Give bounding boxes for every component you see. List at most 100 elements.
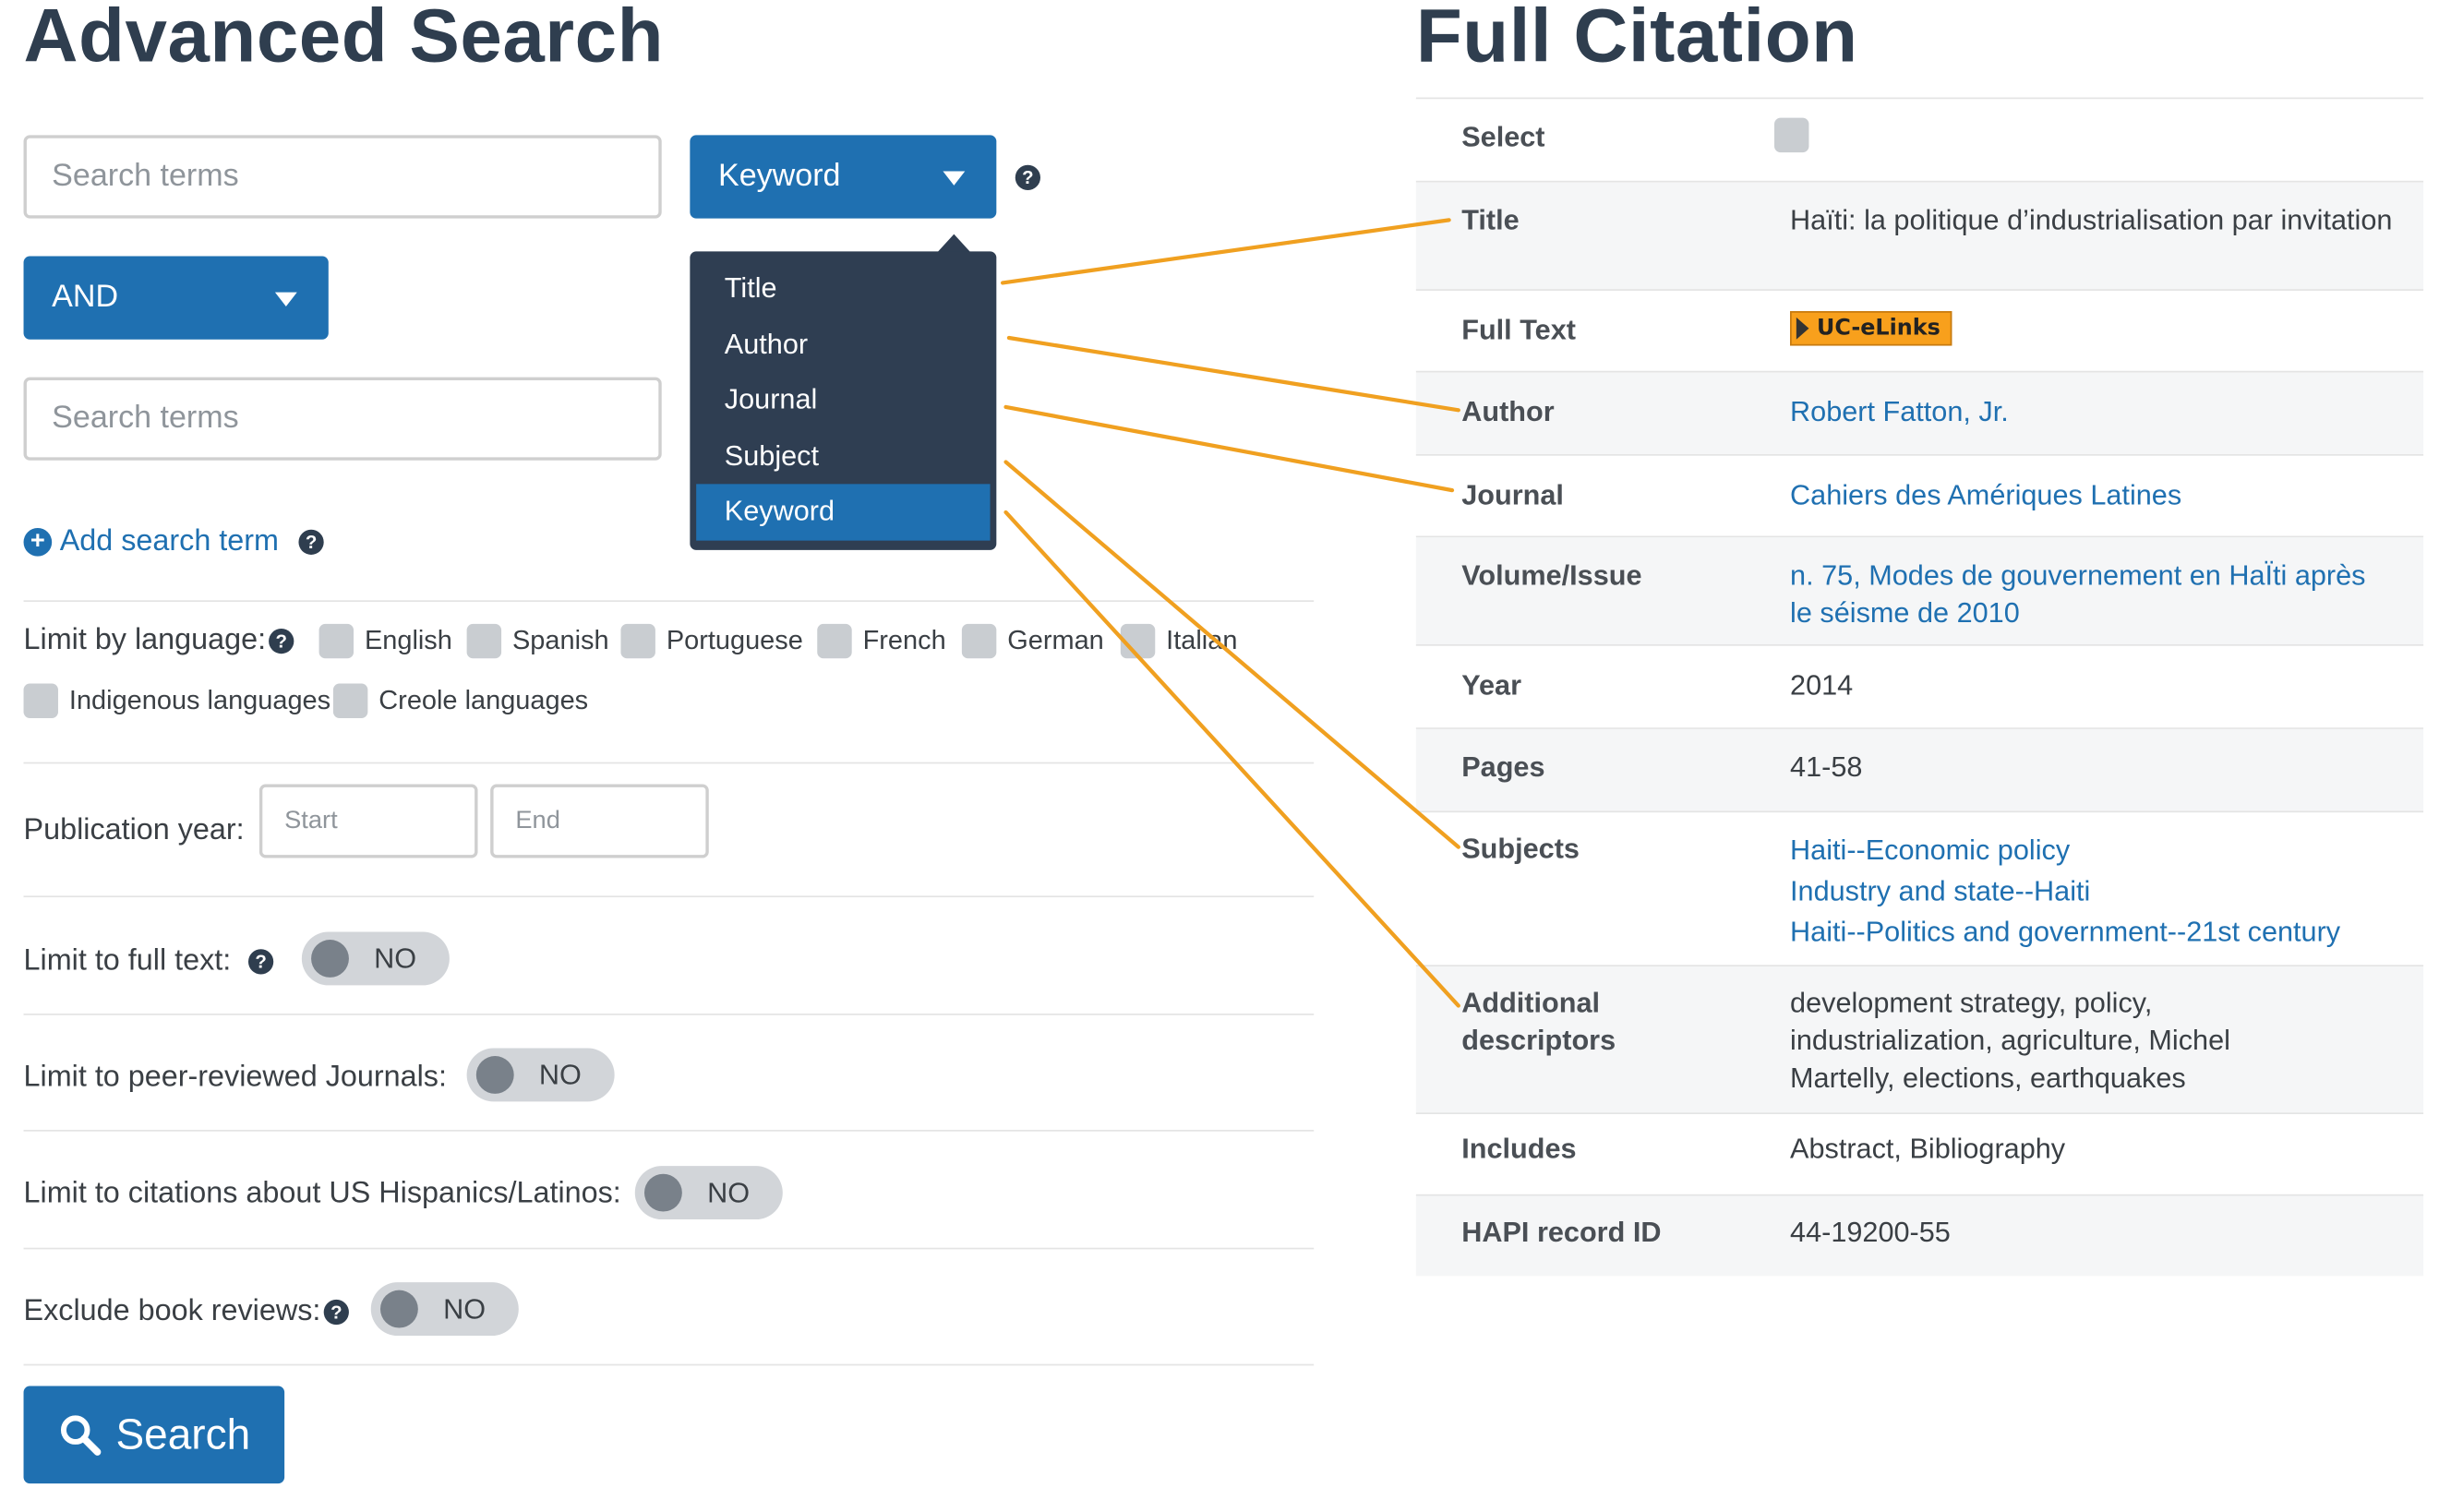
hapi-id-value: 44-19200-55 — [1790, 1216, 1951, 1248]
connector-keyword — [1003, 510, 1460, 1008]
add-search-term-label: Add search term — [59, 524, 280, 558]
field-select-value: Keyword — [717, 158, 841, 194]
language-german-label: German — [1007, 625, 1104, 655]
table-row: Pages 41-58 — [1415, 728, 2424, 813]
field-select[interactable]: Keyword — [690, 135, 997, 219]
connector-title — [1001, 218, 1451, 285]
search-terms-input-1[interactable] — [23, 135, 662, 219]
divider — [23, 1363, 1315, 1366]
pub-year-start-input[interactable] — [258, 784, 478, 858]
peer-reviewed-toggle[interactable]: NO — [466, 1048, 615, 1102]
row-key-author: Author — [1461, 396, 1555, 428]
author-link[interactable]: Robert Fatton, Jr. — [1790, 393, 2009, 431]
row-key-select: Select — [1461, 121, 1545, 153]
journal-link[interactable]: Cahiers des Amériques Latines — [1790, 476, 2181, 514]
menu-item-subject[interactable]: Subject — [696, 428, 990, 485]
checkbox-french[interactable] — [817, 623, 852, 659]
menu-item-journal[interactable]: Journal — [696, 373, 990, 429]
dropdown-pointer — [936, 234, 972, 254]
row-key-year: Year — [1461, 669, 1522, 702]
chevron-down-icon — [943, 170, 966, 186]
table-row: Journal Cahiers des Amériques Latines — [1415, 456, 2424, 538]
checkbox-italian[interactable] — [1120, 623, 1156, 659]
search-button[interactable]: Search — [23, 1386, 285, 1484]
row-key-includes: Includes — [1461, 1133, 1577, 1165]
toggle-state: NO — [374, 942, 417, 975]
table-row: Volume/Issue n. 75, Modes de gouvernemen… — [1415, 537, 2424, 646]
help-icon[interactable]: ? — [298, 529, 324, 555]
search-button-label: Search — [115, 1410, 251, 1458]
row-key-journal: Journal — [1461, 479, 1564, 511]
menu-item-title[interactable]: Title — [696, 261, 990, 318]
subjects-list: Haiti--Economic policy Industry and stat… — [1790, 830, 2395, 953]
volume-issue-link[interactable]: n. 75, Modes de gouvernement en HaÏti ap… — [1790, 557, 2395, 632]
uc-elinks-button[interactable]: UC-eLinks — [1790, 311, 1952, 346]
divider — [23, 1247, 1315, 1250]
table-row: Subjects Haiti--Economic policy Industry… — [1415, 812, 2424, 966]
title-value: Haïti: la politique d’industrialisation … — [1790, 204, 2393, 236]
checkbox-creole[interactable] — [332, 683, 368, 718]
help-icon[interactable]: ? — [269, 628, 294, 654]
row-key-full-text: Full Text — [1461, 314, 1576, 346]
menu-item-author[interactable]: Author — [696, 317, 990, 373]
toggle-knob — [475, 1056, 514, 1094]
hispanics-toggle[interactable]: NO — [634, 1166, 783, 1220]
subject-link[interactable]: Haiti--Politics and government--21st cen… — [1790, 911, 2395, 952]
language-creole-label: Creole languages — [378, 685, 589, 715]
row-key-hapi-id: HAPI record ID — [1461, 1216, 1662, 1248]
checkbox-indigenous[interactable] — [23, 683, 58, 718]
language-indigenous-label: Indigenous languages — [68, 685, 331, 715]
language-spanish-label: Spanish — [511, 625, 609, 655]
table-row: Full Text UC-eLinks — [1415, 291, 2424, 373]
checkbox-spanish[interactable] — [466, 623, 502, 659]
chevron-down-icon — [274, 291, 297, 306]
full-text-toggle[interactable]: NO — [301, 931, 450, 986]
help-icon[interactable]: ? — [247, 949, 274, 975]
menu-item-keyword[interactable]: Keyword — [696, 484, 991, 541]
subject-link[interactable]: Haiti--Economic policy — [1790, 830, 2395, 870]
connector-author — [1006, 335, 1460, 413]
row-key-volume: Volume/Issue — [1461, 559, 1642, 592]
help-icon[interactable]: ? — [1015, 164, 1040, 190]
full-text-label: Limit to full text: — [23, 944, 232, 978]
language-french-label: French — [862, 625, 946, 655]
help-icon[interactable]: ? — [323, 1299, 349, 1326]
pages-value: 41-58 — [1790, 750, 1863, 783]
citation-table: Select Title Haïti: la politique d’indus… — [1415, 97, 2424, 1277]
row-key-subjects: Subjects — [1461, 833, 1580, 865]
checkbox-german[interactable] — [961, 623, 997, 659]
select-checkbox[interactable] — [1774, 117, 1809, 153]
language-italian-label: Italian — [1166, 625, 1238, 655]
search-icon — [60, 1415, 101, 1456]
operator-select[interactable]: AND — [23, 256, 329, 340]
language-label: Limit by language: — [23, 623, 267, 657]
checkbox-portuguese[interactable] — [620, 623, 655, 659]
add-search-term-link[interactable]: + Add search term — [23, 524, 280, 559]
toggle-state: NO — [443, 1293, 487, 1326]
language-english-label: English — [364, 625, 452, 655]
row-key-pages: Pages — [1461, 750, 1545, 783]
divider — [23, 895, 1315, 898]
toggle-knob — [379, 1290, 418, 1328]
book-reviews-toggle[interactable]: NO — [370, 1282, 519, 1337]
toggle-knob — [311, 940, 349, 978]
pub-year-end-input[interactable] — [490, 784, 709, 858]
toggle-knob — [643, 1173, 682, 1212]
hispanics-label: Limit to citations about US Hispanics/La… — [23, 1177, 621, 1210]
connector-journal — [1003, 404, 1455, 493]
divider — [23, 600, 1315, 603]
advanced-search-heading: Advanced Search — [23, 0, 664, 79]
includes-value: Abstract, Bibliography — [1790, 1133, 2066, 1165]
pub-year-label: Publication year: — [23, 813, 245, 847]
search-terms-input-2[interactable] — [23, 377, 662, 461]
table-row: Year 2014 — [1415, 646, 2424, 729]
table-row: Additional descriptors development strat… — [1415, 966, 2424, 1115]
descriptors-value: development strategy, policy, industrial… — [1790, 987, 2230, 1094]
divider — [23, 762, 1315, 764]
toggle-state: NO — [538, 1059, 582, 1091]
subject-link[interactable]: Industry and state--Haiti — [1790, 870, 2395, 911]
peer-reviewed-label: Limit to peer-reviewed Journals: — [23, 1061, 447, 1094]
checkbox-english[interactable] — [318, 623, 354, 659]
table-row: HAPI record ID 44-19200-55 — [1415, 1195, 2424, 1277]
operator-select-value: AND — [52, 280, 119, 315]
